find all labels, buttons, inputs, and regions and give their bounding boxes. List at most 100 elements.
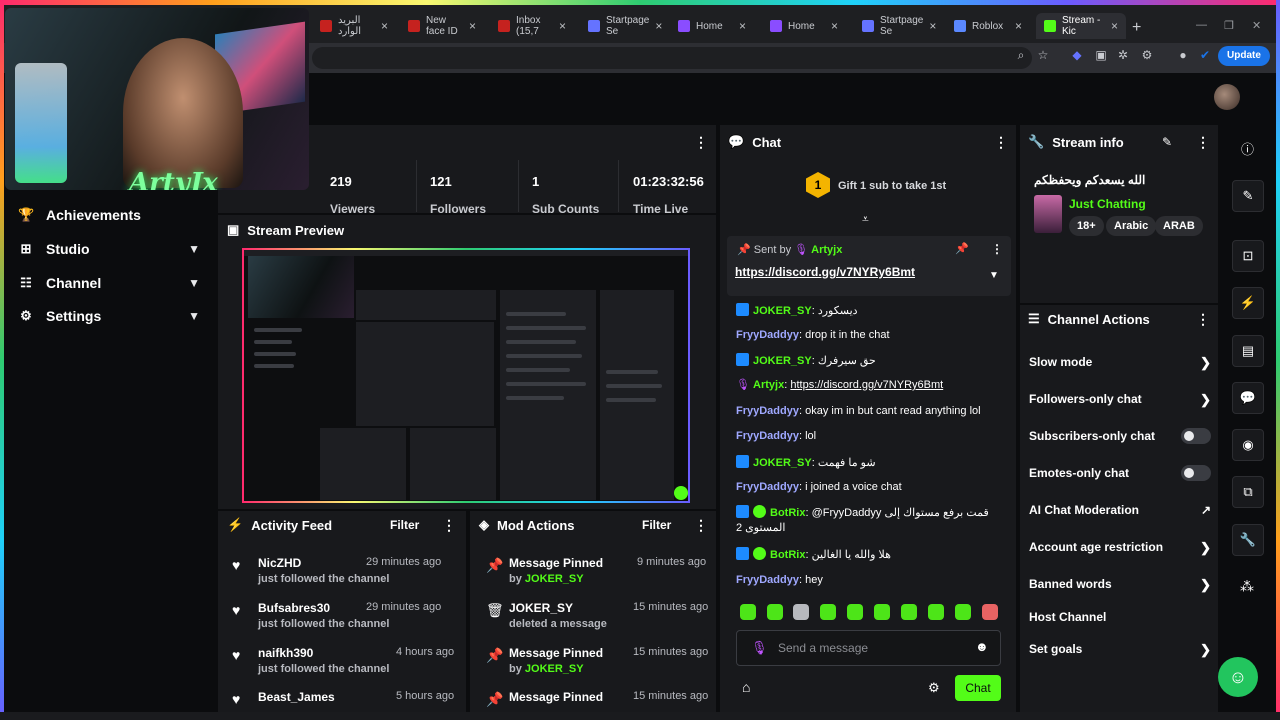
chat-bubble-icon[interactable]: 💬 — [1232, 382, 1264, 414]
apps-icon[interactable]: ⁂ — [1240, 578, 1254, 595]
more-icon[interactable]: ⋮ — [1196, 134, 1210, 151]
wrench-icon[interactable]: 🔧 — [1232, 524, 1264, 556]
stream-info-header: 🔧 Stream info — [1028, 134, 1124, 150]
url-field[interactable] — [312, 47, 1032, 69]
gmail-icon — [320, 20, 332, 32]
more-icon[interactable]: ⋮ — [694, 134, 708, 151]
action-set-goals[interactable]: Set goals ❯ — [1029, 642, 1211, 657]
close-icon[interactable]: × — [655, 19, 662, 33]
emote-icon[interactable] — [874, 604, 890, 620]
browser-tab[interactable]: Home × — [762, 13, 846, 39]
help-button[interactable]: ☺ — [1218, 657, 1258, 697]
chat-message: FryyDaddyy: lol — [736, 430, 817, 442]
action-banned-words[interactable]: Banned words ❯ — [1029, 577, 1211, 592]
close-icon[interactable]: × — [469, 19, 476, 33]
action-slow-mode[interactable]: Slow mode ❯ — [1029, 355, 1211, 370]
capture-icon[interactable]: ⊡ — [1232, 240, 1264, 272]
avatar[interactable] — [1214, 84, 1240, 110]
update-button[interactable]: Update — [1218, 46, 1270, 66]
nav-item-channel[interactable]: ☷ Channel ▼ — [18, 275, 200, 291]
pinned-link[interactable]: https://discord.gg/v7NYRy6Bmt — [735, 265, 915, 279]
close-icon[interactable]: × — [831, 19, 838, 33]
clipboard-icon[interactable]: ▤ — [1232, 335, 1264, 367]
new-tab-icon[interactable]: + — [1132, 19, 1141, 37]
profile-icon[interactable]: ● — [1176, 48, 1190, 62]
emote-icon[interactable] — [740, 604, 756, 620]
minimize-icon[interactable]: — — [1196, 19, 1207, 31]
close-icon[interactable]: × — [381, 19, 388, 33]
send-chat-button[interactable]: Chat — [955, 675, 1001, 701]
action-account-age[interactable]: Account age restriction ❯ — [1029, 540, 1211, 555]
action-followers-only[interactable]: Followers-only chat ❯ — [1029, 392, 1211, 407]
gift-sub-prompt[interactable]: Gift 1 sub to take 1st — [838, 180, 946, 192]
more-icon[interactable]: ⋮ — [991, 242, 1003, 256]
stream-preview-video[interactable] — [242, 248, 690, 503]
emoji-icon[interactable]: ☻ — [975, 639, 989, 654]
action-ai-moderation[interactable]: AI Chat Moderation ↗ — [1029, 503, 1211, 517]
more-icon[interactable]: ⋮ — [994, 134, 1008, 151]
tag-badge[interactable]: Arabic — [1106, 216, 1157, 236]
emote-icon[interactable] — [847, 604, 863, 620]
activity-filter-button[interactable]: Filter — [390, 518, 419, 532]
close-icon[interactable]: × — [1111, 19, 1118, 33]
browser-tab[interactable]: Startpage Se × — [580, 13, 664, 39]
extension-icon[interactable]: ▣ — [1094, 48, 1108, 62]
unpin-icon[interactable]: 📌 — [955, 242, 969, 255]
chat-input[interactable]: 🎙 Send a message ☻ — [736, 630, 1001, 666]
close-window-icon[interactable]: ✕ — [1252, 19, 1261, 32]
gift-icon[interactable]: ⌂ — [742, 679, 750, 695]
tag-badge[interactable]: ARAB — [1155, 216, 1203, 236]
nav-item-studio[interactable]: ⊞ Studio ▼ — [18, 241, 200, 257]
extension-icon[interactable]: ✲ — [1116, 48, 1130, 62]
action-host-channel[interactable]: Host Channel — [1029, 610, 1211, 624]
browser-tab[interactable]: Roblox × — [946, 13, 1030, 39]
emote-icon[interactable] — [820, 604, 836, 620]
browser-tab[interactable]: Home × — [670, 13, 754, 39]
emote-icon[interactable] — [955, 604, 971, 620]
edit-tool-icon[interactable]: ✎ — [1232, 180, 1264, 212]
emote-icon[interactable] — [982, 604, 998, 620]
maximize-icon[interactable]: ❐ — [1224, 19, 1234, 32]
lightning-icon[interactable]: ⚡ — [1232, 287, 1264, 319]
layout-icon[interactable]: ⧉ — [1232, 476, 1264, 508]
broadcast-icon[interactable]: ◉ — [1232, 429, 1264, 461]
more-icon[interactable]: ⋮ — [1196, 311, 1210, 328]
emote-icon[interactable] — [767, 604, 783, 620]
browser-tab[interactable]: Inbox (15,7 × — [490, 13, 574, 39]
close-icon[interactable]: × — [739, 19, 746, 33]
subscribers-only-toggle[interactable] — [1181, 428, 1211, 444]
zoom-icon[interactable]: ⌕ — [1014, 48, 1028, 62]
streamer — [123, 38, 243, 188]
emote-icon[interactable] — [928, 604, 944, 620]
info-icon[interactable]: ⓘ — [1241, 139, 1254, 158]
extension-icon[interactable]: ◆ — [1070, 48, 1084, 62]
category-thumbnail[interactable] — [1034, 195, 1062, 233]
edit-icon[interactable]: ✎ — [1162, 135, 1172, 149]
puzzle-icon[interactable]: ⚙ — [1140, 48, 1154, 62]
check-icon[interactable]: ✔ — [1198, 48, 1212, 62]
heart-icon: ♥ — [232, 602, 241, 618]
more-icon[interactable]: ⋮ — [694, 517, 708, 534]
mod-filter-button[interactable]: Filter — [642, 518, 671, 532]
browser-tab[interactable]: البريد الوارد × — [312, 13, 396, 39]
close-icon[interactable]: × — [1015, 19, 1022, 33]
tag-badge[interactable]: 18+ — [1069, 216, 1104, 236]
more-icon[interactable]: ⋮ — [442, 517, 456, 534]
emote-icon[interactable] — [793, 604, 809, 620]
preview-icon: ▣ — [227, 222, 240, 237]
close-icon[interactable]: × — [929, 19, 936, 33]
emote-icon[interactable] — [901, 604, 917, 620]
chevron-down-icon[interactable]: ▼ — [989, 270, 999, 281]
stream-category[interactable]: Just Chatting — [1069, 197, 1146, 211]
close-icon[interactable]: × — [559, 19, 566, 33]
browser-tab[interactable]: Startpage Se × — [854, 13, 938, 39]
star-icon[interactable]: ☆ — [1036, 48, 1050, 62]
stat-value: 01:23:32:56 — [633, 174, 704, 189]
collapse-icon[interactable]: ⩡ — [862, 212, 869, 227]
nav-item-achievements[interactable]: 🏆 Achievements — [18, 207, 200, 223]
gear-icon[interactable]: ⚙ — [928, 680, 940, 696]
nav-item-settings[interactable]: ⚙ Settings ▼ — [18, 308, 200, 324]
browser-tab-active[interactable]: Stream - Kic × — [1036, 13, 1126, 39]
emotes-only-toggle[interactable] — [1181, 465, 1211, 481]
browser-tab[interactable]: New face ID × — [400, 13, 484, 39]
